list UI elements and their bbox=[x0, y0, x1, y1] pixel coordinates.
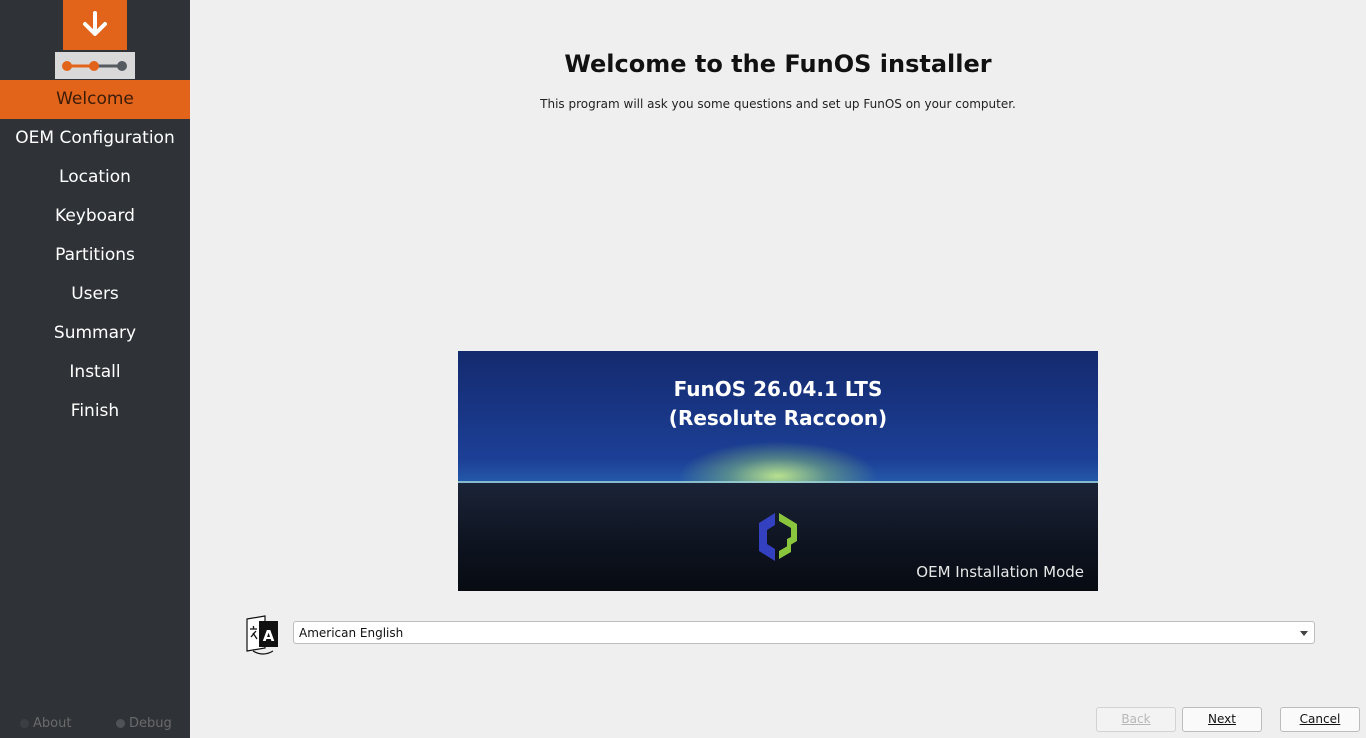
cancel-button[interactable]: Cancel bbox=[1280, 707, 1360, 732]
language-select[interactable]: American English bbox=[293, 621, 1315, 644]
download-arrow-icon bbox=[83, 11, 107, 36]
language-icon: A bbox=[246, 615, 278, 655]
sidebar-item-finish[interactable]: Finish bbox=[0, 392, 190, 431]
sidebar-item-oem-configuration[interactable]: OEM Configuration bbox=[0, 119, 190, 158]
sidebar-item-summary[interactable]: Summary bbox=[0, 314, 190, 353]
installer-logo bbox=[63, 0, 127, 50]
release-banner: FunOS 26.04.1 LTS (Resolute Raccoon) OEM… bbox=[458, 351, 1098, 591]
sidebar-item-partitions[interactable]: Partitions bbox=[0, 236, 190, 275]
step-progress-indicator bbox=[55, 52, 135, 79]
release-codename: (Resolute Raccoon) bbox=[668, 406, 888, 430]
sidebar-item-install[interactable]: Install bbox=[0, 353, 190, 392]
info-icon bbox=[20, 719, 29, 728]
sidebar-item-welcome[interactable]: Welcome bbox=[0, 80, 190, 119]
chevron-down-icon bbox=[1300, 631, 1308, 636]
installation-mode-label: OEM Installation Mode bbox=[916, 563, 1084, 581]
release-name: FunOS 26.04.1 LTS bbox=[673, 377, 883, 401]
sidebar: Welcome OEM Configuration Location Keybo… bbox=[0, 0, 190, 738]
next-button[interactable]: Next bbox=[1182, 707, 1262, 732]
debug-indicator-icon bbox=[116, 719, 125, 728]
about-label: About bbox=[33, 716, 72, 731]
funos-logo-icon bbox=[759, 513, 797, 561]
page-subtitle: This program will ask you some questions… bbox=[540, 97, 1016, 111]
back-button[interactable]: Back bbox=[1096, 707, 1176, 732]
about-button[interactable]: About bbox=[20, 716, 71, 731]
next-button-label: Next bbox=[1208, 712, 1236, 726]
page-title: Welcome to the FunOS installer bbox=[564, 50, 992, 78]
release-title: FunOS 26.04.1 LTS (Resolute Raccoon) bbox=[458, 375, 1098, 433]
sidebar-item-users[interactable]: Users bbox=[0, 275, 190, 314]
cancel-button-label: Cancel bbox=[1299, 712, 1341, 726]
step-list: Welcome OEM Configuration Location Keybo… bbox=[0, 80, 190, 431]
sidebar-item-location[interactable]: Location bbox=[0, 158, 190, 197]
sidebar-item-keyboard[interactable]: Keyboard bbox=[0, 197, 190, 236]
debug-label: Debug bbox=[129, 716, 172, 731]
back-button-label: Back bbox=[1121, 712, 1151, 726]
sidebar-footer: About Debug bbox=[0, 716, 190, 736]
debug-toggle[interactable]: Debug bbox=[116, 716, 172, 731]
language-select-value: American English bbox=[299, 626, 404, 640]
svg-text:A: A bbox=[263, 627, 275, 645]
